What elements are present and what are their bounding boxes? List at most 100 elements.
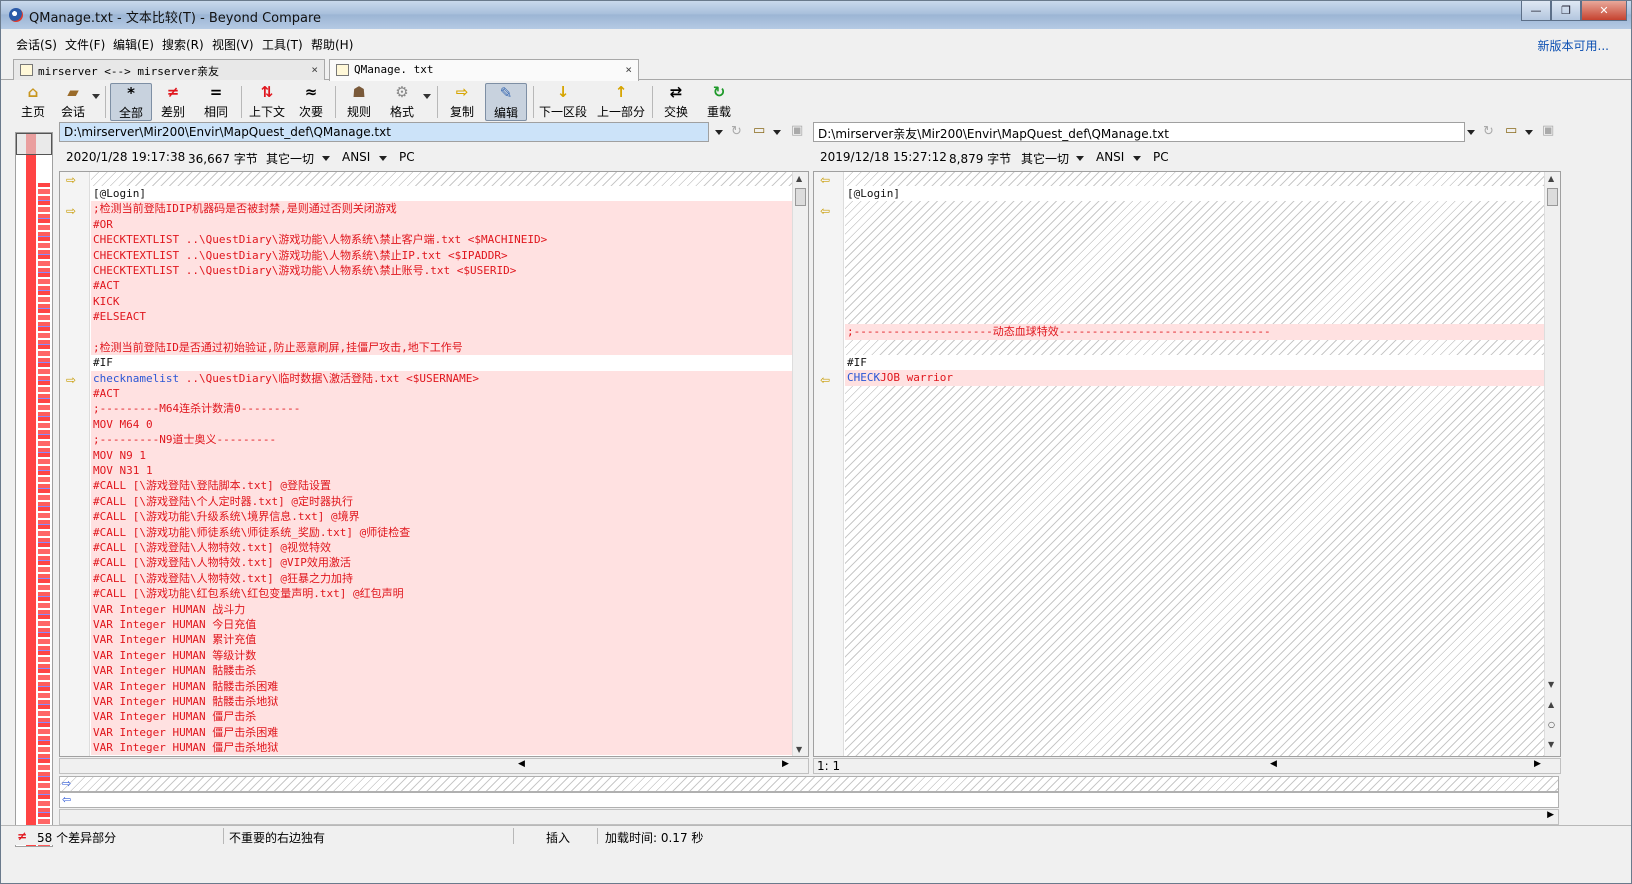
tab-folder-compare[interactable]: mirserver <--> mirserver亲友 × (13, 59, 325, 80)
right-filter-dropdown-icon[interactable] (1076, 156, 1084, 161)
right-folder-dropdown-icon[interactable] (1525, 130, 1533, 135)
left-filter-select[interactable]: 其它一切 (266, 150, 314, 167)
new-version-link[interactable]: 新版本可用... (1538, 37, 1609, 54)
reload-icon: ↻ (712, 83, 726, 101)
detail-copy-left-icon[interactable]: ⇦ (62, 793, 71, 806)
right-save-icon[interactable]: ▣ (1542, 123, 1554, 138)
left-line: ;检测当前登陆IDIP机器码是否被封禁,是则通过否则关闭游戏 (91, 201, 792, 217)
left-file-date: 2020/1/28 19:17:38 (66, 150, 186, 164)
left-folder-dropdown-icon[interactable] (773, 130, 781, 135)
copy-left-arrow-icon[interactable]: ⇦ (820, 205, 834, 217)
center-icon[interactable]: ○ (1548, 720, 1555, 729)
scroll-up-icon[interactable]: ▲ (1548, 174, 1554, 183)
menu-file[interactable]: 文件(F) (65, 36, 105, 53)
menu-search[interactable]: 搜索(R) (162, 36, 204, 53)
right-path-dropdown-icon[interactable] (1467, 130, 1475, 135)
show-all-button[interactable]: * 全部 (110, 83, 152, 121)
right-open-folder-icon[interactable]: ▭ (1505, 123, 1517, 138)
minimize-button[interactable]: — (1521, 1, 1551, 21)
maximize-button[interactable]: ❐ (1551, 1, 1581, 21)
copy-left-arrow-icon[interactable]: ⇦ (820, 374, 834, 386)
left-path-input[interactable]: D:\mirserver\Mir200\Envir\MapQuest_def\Q… (59, 122, 709, 142)
menu-tools[interactable]: 工具(T) (262, 36, 303, 53)
left-line-endings[interactable]: PC (399, 150, 415, 164)
context-button[interactable]: ⇅ 上下文 (247, 83, 287, 121)
next-diff-icon[interactable]: ▼ (1548, 740, 1554, 749)
scroll-right-icon[interactable]: ▶ (782, 759, 789, 769)
reload-button[interactable]: ↻ 重载 (701, 83, 737, 121)
copy-right-arrow-icon[interactable]: ⇨ (66, 174, 80, 186)
right-encoding-select[interactable]: ANSI (1096, 150, 1124, 164)
right-orphans-status: 不重要的右边独有 (229, 831, 326, 845)
menu-edit[interactable]: 编辑(E) (113, 36, 154, 53)
right-gutter: ⇦ ⇦ ⇦ (814, 172, 844, 756)
scroll-left-icon[interactable]: ◀ (518, 759, 525, 769)
scroll-down-icon[interactable]: ▼ (796, 745, 802, 754)
right-file-date: 2019/12/18 15:27:12 (820, 150, 947, 164)
left-history-icon[interactable]: ↻ (731, 124, 742, 139)
tab-close-icon[interactable]: × (625, 63, 632, 76)
scroll-up-icon[interactable]: ▲ (796, 174, 802, 183)
format-button[interactable]: ⚙ 格式 (384, 83, 420, 121)
prev-part-button[interactable]: ↑ 上一部分 (597, 83, 645, 121)
right-vertical-scrollbar[interactable]: ▲ ▼ ▲ ○ ▼ (1544, 172, 1560, 756)
show-diffs-button[interactable]: ≠ 差别 (155, 83, 191, 121)
swap-button[interactable]: ⇄ 交换 (658, 83, 694, 121)
session-button[interactable]: ▰ 会话 (55, 83, 91, 121)
close-button[interactable]: ✕ (1581, 1, 1627, 21)
right-code-area[interactable]: [@Login] ;---------------------动态血球特效---… (845, 172, 1544, 756)
left-encoding-select[interactable]: ANSI (342, 150, 370, 164)
tab-text-compare[interactable]: QManage. txt × (329, 59, 639, 81)
left-vertical-scrollbar[interactable]: ▲ ▼ (792, 172, 808, 756)
right-path-input[interactable]: D:\mirserver亲友\Mir200\Envir\MapQuest_def… (813, 122, 1465, 142)
menu-session[interactable]: 会话(S) (16, 36, 57, 53)
diff-overview-map[interactable] (15, 132, 53, 847)
left-line: checknamelist ..\QuestDiary\临时数据\激活登陆.tx… (91, 370, 792, 387)
copy-right-arrow-icon[interactable]: ⇨ (66, 374, 80, 386)
minor-button[interactable]: ≈ 次要 (293, 83, 329, 121)
left-scroll-thumb[interactable] (795, 188, 806, 206)
detail-horizontal-scrollbar[interactable]: ▶ (59, 809, 1559, 825)
right-horizontal-scrollbar[interactable]: 1: 1 ◀ ▶ (813, 758, 1561, 774)
rules-button[interactable]: ☗ 规则 (341, 83, 377, 121)
tab-close-icon[interactable]: × (311, 63, 318, 76)
left-line: #CALL [\游戏登陆\人物特效.txt] @视觉特效 (91, 539, 792, 556)
copy-button[interactable]: ⇨ 复制 (444, 83, 480, 121)
scroll-right-icon[interactable]: ▶ (1547, 810, 1554, 820)
left-save-icon[interactable]: ▣ (791, 123, 803, 138)
home-button[interactable]: ⌂ 主页 (15, 83, 51, 121)
left-line: #CALL [\游戏功能\升级系统\境界信息.txt] @境界 (91, 509, 792, 525)
left-open-folder-icon[interactable]: ▭ (753, 123, 765, 138)
copy-right-arrow-icon[interactable]: ⇨ (66, 205, 80, 217)
session-dropdown-icon[interactable] (92, 94, 100, 99)
left-line: #ACT (91, 386, 792, 402)
left-encoding-dropdown-icon[interactable] (379, 156, 387, 161)
scroll-down-icon[interactable]: ▼ (1548, 680, 1554, 689)
right-encoding-dropdown-icon[interactable] (1133, 156, 1141, 161)
scroll-right-icon[interactable]: ▶ (1534, 759, 1541, 769)
right-history-icon[interactable]: ↻ (1483, 124, 1494, 139)
right-filter-select[interactable]: 其它一切 (1021, 150, 1069, 167)
prev-diff-icon[interactable]: ▲ (1548, 700, 1554, 709)
format-dropdown-icon[interactable] (423, 94, 431, 99)
show-same-button[interactable]: = 相同 (198, 83, 234, 121)
right-line-endings[interactable]: PC (1153, 150, 1169, 164)
right-text-pane[interactable]: ⇦ ⇦ ⇦ [@Login] ;---------------------动态血… (813, 171, 1561, 757)
left-line: VAR Integer HUMAN 累计充值 (91, 632, 792, 648)
left-filter-dropdown-icon[interactable] (322, 156, 330, 161)
detail-copy-right-icon[interactable]: ⇨ (62, 777, 71, 790)
right-scroll-thumb[interactable] (1547, 188, 1558, 206)
copy-left-arrow-icon[interactable]: ⇦ (820, 174, 834, 186)
edit-button[interactable]: ✎ 编辑 (485, 83, 527, 121)
overview-viewport-indicator[interactable] (16, 133, 52, 155)
next-section-button[interactable]: ↓ 下一区段 (539, 83, 587, 121)
left-code-area[interactable]: [@Login] ;检测当前登陆IDIP机器码是否被封禁,是则通过否则关闭游戏 #O… (91, 172, 792, 756)
referee-icon: ☗ (352, 83, 366, 101)
menu-help[interactable]: 帮助(H) (311, 36, 353, 53)
left-path-dropdown-icon[interactable] (715, 130, 723, 135)
scroll-left-icon[interactable]: ◀ (1270, 759, 1277, 769)
left-horizontal-scrollbar[interactable]: ◀ ▶ (59, 758, 809, 774)
left-line: VAR Integer HUMAN 今日充值 (91, 616, 792, 633)
left-text-pane[interactable]: ⇨ ⇨ ⇨ [@Login] ;检测当前登陆IDIP机器码是否被封禁,是则通过否则… (59, 171, 809, 757)
menu-view[interactable]: 视图(V) (212, 36, 254, 53)
